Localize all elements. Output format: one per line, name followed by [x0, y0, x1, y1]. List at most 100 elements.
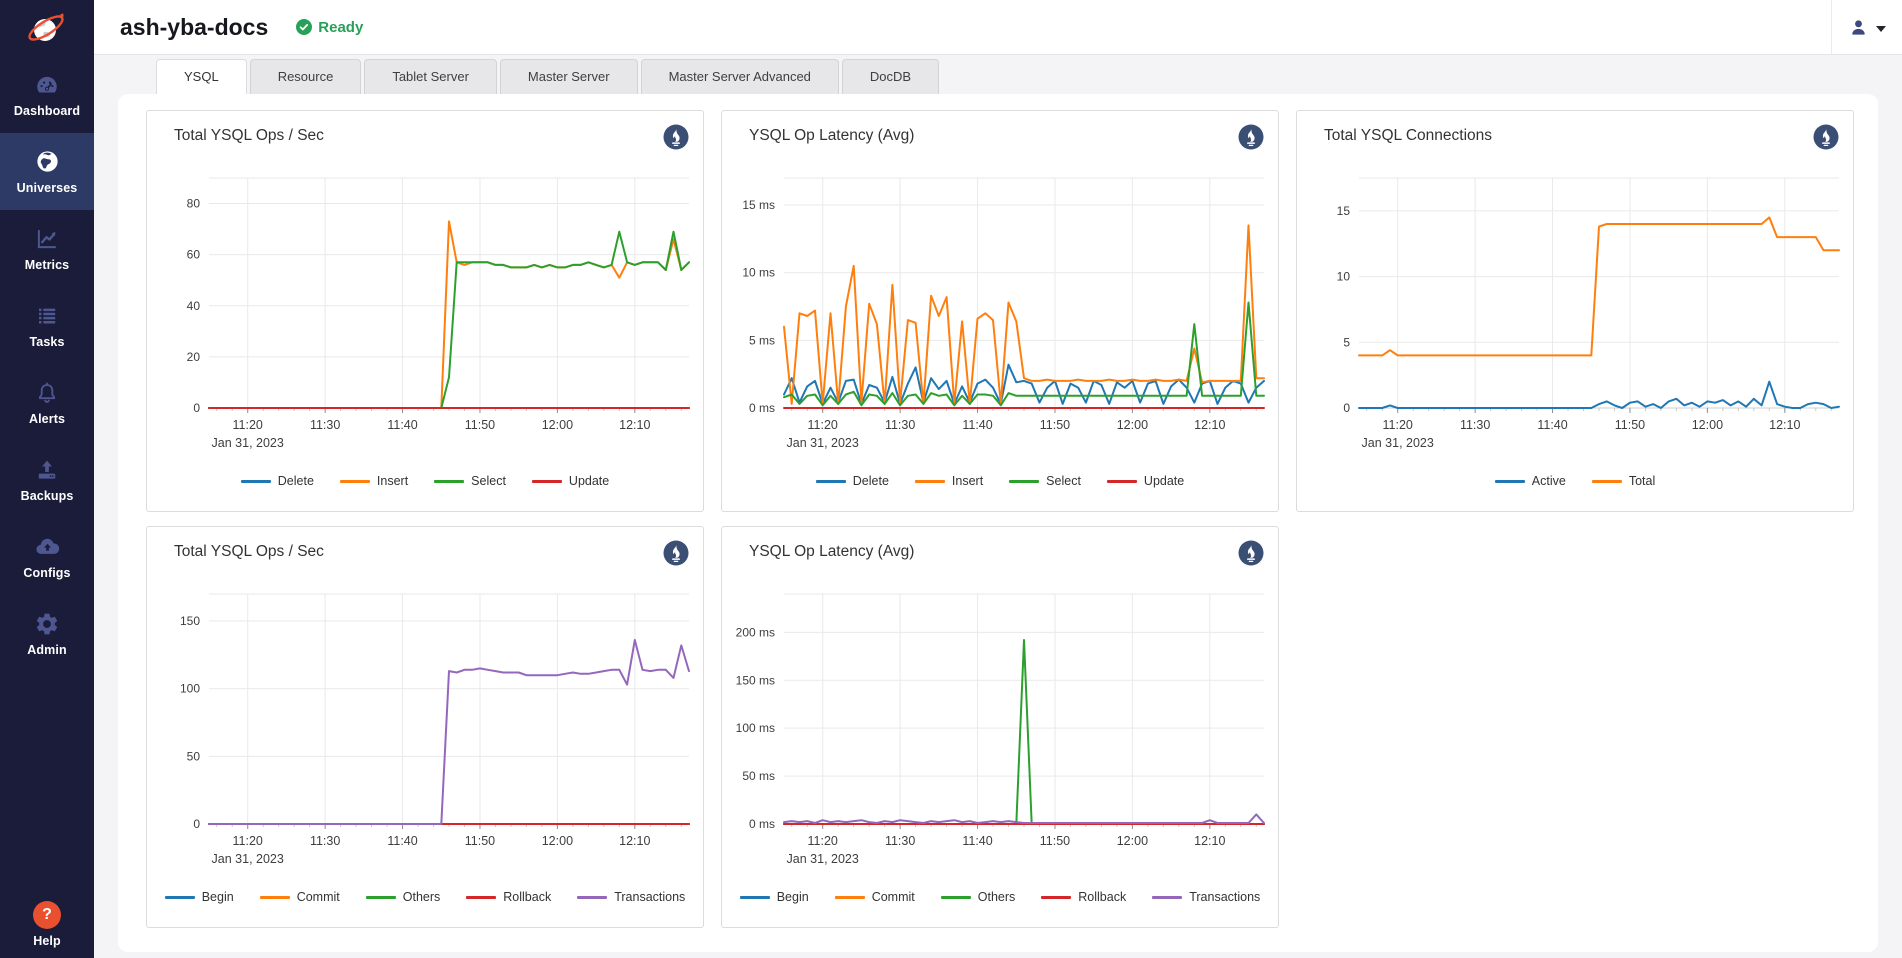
legend-item[interactable]: Update: [532, 474, 609, 488]
legend-item[interactable]: Transactions: [1152, 890, 1260, 904]
legend-label: Others: [978, 890, 1016, 904]
legend-item[interactable]: Select: [1009, 474, 1081, 488]
line-chart: 05010015011:2011:3011:4011:5012:0012:10J…: [147, 569, 703, 876]
sidebar-item-metrics[interactable]: Metrics: [0, 210, 94, 287]
legend-item[interactable]: Delete: [816, 474, 889, 488]
chart-card: YSQL Op Latency (Avg) 0 ms5 ms10 ms15 ms…: [721, 110, 1279, 512]
tab-master-server-advanced[interactable]: Master Server Advanced: [641, 59, 839, 94]
svg-text:0: 0: [193, 401, 200, 415]
page-title: ash-yba-docs: [120, 14, 268, 41]
tab-resource[interactable]: Resource: [250, 59, 362, 94]
legend-item[interactable]: Commit: [260, 890, 340, 904]
legend-line-swatch: [165, 896, 195, 899]
legend-item[interactable]: Begin: [165, 890, 234, 904]
legend-item[interactable]: Others: [366, 890, 441, 904]
tab-tablet-server[interactable]: Tablet Server: [364, 59, 497, 94]
legend-item[interactable]: Total: [1592, 474, 1655, 488]
svg-text:12:10: 12:10: [1769, 418, 1800, 432]
sidebar-item-label: Universes: [17, 181, 78, 195]
charts-grid: Total YSQL Ops / Sec 02040608011:2011:30…: [146, 110, 1856, 928]
legend-label: Update: [569, 474, 609, 488]
sidebar: Dashboard Universes Metrics Tasks: [0, 0, 94, 958]
tab-docdb[interactable]: DocDB: [842, 59, 939, 94]
legend-item[interactable]: Active: [1495, 474, 1566, 488]
sidebar-item-tasks[interactable]: Tasks: [0, 287, 94, 364]
legend-line-swatch: [1041, 896, 1071, 899]
chart-legend: Begin Commit Others Rollback Transactions: [722, 890, 1278, 904]
sidebar-item-label: Tasks: [29, 335, 64, 349]
legend-item[interactable]: Rollback: [466, 890, 551, 904]
chart-title: YSQL Op Latency (Avg): [749, 543, 1278, 569]
legend-line-swatch: [740, 896, 770, 899]
sidebar-item-admin[interactable]: Admin: [0, 595, 94, 672]
bell-icon: [34, 380, 60, 406]
svg-text:15 ms: 15 ms: [742, 198, 775, 212]
sidebar-item-universes[interactable]: Universes: [0, 133, 94, 210]
sidebar-item-alerts[interactable]: Alerts: [0, 364, 94, 441]
svg-text:100 ms: 100 ms: [736, 721, 775, 735]
svg-text:11:30: 11:30: [310, 418, 340, 432]
sidebar-item-label: Admin: [27, 643, 66, 657]
legend-line-swatch: [366, 896, 396, 899]
prometheus-icon[interactable]: [663, 124, 689, 150]
legend-item[interactable]: Insert: [915, 474, 983, 488]
sidebar-item-label: Configs: [23, 566, 70, 580]
svg-text:5: 5: [1343, 335, 1350, 349]
prometheus-icon[interactable]: [1238, 540, 1264, 566]
sidebar-item-configs[interactable]: Configs: [0, 518, 94, 595]
legend-item[interactable]: Select: [434, 474, 506, 488]
legend-label: Begin: [777, 890, 809, 904]
svg-text:12:10: 12:10: [619, 418, 650, 432]
svg-text:Jan 31, 2023: Jan 31, 2023: [787, 852, 859, 866]
legend-label: Transactions: [614, 890, 685, 904]
yugabyte-logo[interactable]: [0, 0, 94, 56]
chart-card: Total YSQL Ops / Sec 05010015011:2011:30…: [146, 526, 704, 928]
globe-icon: [34, 148, 61, 175]
caret-down-icon: [1876, 26, 1886, 32]
svg-text:11:20: 11:20: [1383, 418, 1413, 432]
legend-label: Update: [1144, 474, 1184, 488]
svg-text:11:50: 11:50: [465, 834, 495, 848]
legend-item[interactable]: Begin: [740, 890, 809, 904]
svg-text:12:00: 12:00: [542, 418, 573, 432]
check-circle-icon: [296, 19, 312, 35]
chart-legend: Begin Commit Others Rollback Transactions: [147, 890, 703, 904]
sidebar-item-dashboard[interactable]: Dashboard: [0, 56, 94, 133]
question-icon: ?: [33, 901, 61, 929]
chart-card: Total YSQL Ops / Sec 02040608011:2011:30…: [146, 110, 704, 512]
cloud-upload-icon: [34, 533, 61, 560]
tab-ysql[interactable]: YSQL: [156, 59, 247, 94]
legend-item[interactable]: Insert: [340, 474, 408, 488]
legend-label: Select: [1046, 474, 1081, 488]
svg-text:12:00: 12:00: [1117, 418, 1148, 432]
legend-item[interactable]: Rollback: [1041, 890, 1126, 904]
sidebar-item-help[interactable]: ? Help: [0, 901, 94, 948]
legend-item[interactable]: Delete: [241, 474, 314, 488]
user-menu[interactable]: [1831, 0, 1902, 54]
legend-line-swatch: [816, 480, 846, 483]
legend-item[interactable]: Others: [941, 890, 1016, 904]
svg-text:150 ms: 150 ms: [736, 673, 775, 687]
svg-text:11:40: 11:40: [962, 418, 992, 432]
prometheus-icon[interactable]: [1813, 124, 1839, 150]
svg-text:0 ms: 0 ms: [749, 817, 775, 831]
legend-item[interactable]: Commit: [835, 890, 915, 904]
legend-line-swatch: [577, 896, 607, 899]
status-badge: Ready: [296, 19, 363, 36]
prometheus-icon[interactable]: [1238, 124, 1264, 150]
sidebar-item-backups[interactable]: Backups: [0, 441, 94, 518]
svg-text:60: 60: [187, 248, 201, 262]
legend-item[interactable]: Transactions: [577, 890, 685, 904]
gear-icon: [34, 611, 60, 637]
status-label: Ready: [318, 19, 363, 36]
svg-text:200 ms: 200 ms: [736, 625, 775, 639]
tab-master-server[interactable]: Master Server: [500, 59, 638, 94]
svg-text:11:20: 11:20: [233, 418, 263, 432]
legend-line-swatch: [466, 896, 496, 899]
chart-title: Total YSQL Connections: [1324, 127, 1853, 153]
prometheus-icon[interactable]: [663, 540, 689, 566]
svg-text:Jan 31, 2023: Jan 31, 2023: [212, 436, 284, 450]
svg-text:11:40: 11:40: [1537, 418, 1567, 432]
legend-item[interactable]: Update: [1107, 474, 1184, 488]
svg-text:11:50: 11:50: [465, 418, 495, 432]
